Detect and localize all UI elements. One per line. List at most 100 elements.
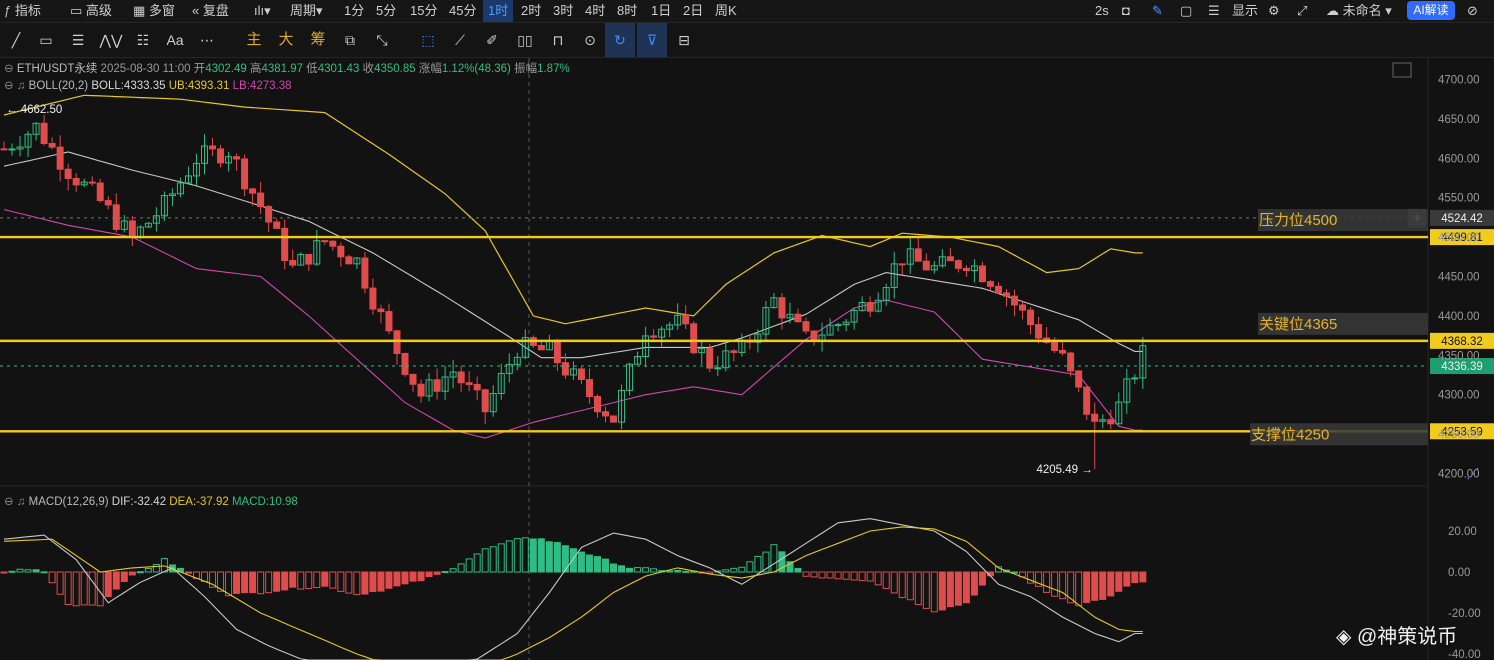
macd-bar	[249, 571, 257, 594]
tf-2h[interactable]: 2时	[521, 0, 541, 22]
macd-bar	[1139, 571, 1147, 583]
refresh-interval[interactable]: 2s	[1095, 0, 1109, 22]
diamond-logo-icon: ◈	[1336, 626, 1352, 648]
macd-bar	[184, 571, 192, 574]
parallel-lines-icon[interactable]: ☰	[66, 23, 90, 57]
tf-5m[interactable]: 5分	[376, 0, 396, 22]
tf-4h[interactable]: 4时	[585, 0, 605, 22]
candle-body	[553, 340, 561, 364]
fib-icon[interactable]: ☷	[131, 23, 155, 57]
settings-list-icon[interactable]: ☰	[1208, 0, 1220, 22]
tf-1d[interactable]: 1日	[651, 0, 671, 22]
boll-name[interactable]: BOLL(20,2)	[29, 80, 88, 92]
boll-middle-band	[3, 151, 1143, 359]
tf-8h[interactable]: 8时	[617, 0, 637, 22]
trend-line-icon[interactable]: ╱	[4, 23, 28, 57]
macd-bar	[569, 548, 577, 573]
text-tool[interactable]: Aa	[162, 23, 188, 57]
macd-bar	[970, 571, 978, 596]
wave-icon[interactable]: ⋀⋁	[98, 23, 124, 57]
main-force-tool[interactable]: 主	[242, 23, 266, 57]
lock-icon[interactable]: ⊓	[546, 23, 570, 57]
pair-name: ETH/USDT永续	[16, 63, 98, 75]
tf-3h[interactable]: 3时	[553, 0, 573, 22]
gear-icon[interactable]: ⚙	[1268, 0, 1280, 22]
price-axis-tick: 4400.00	[1438, 311, 1480, 323]
macd-bar	[361, 571, 369, 595]
fullscreen-icon[interactable]: ⤢	[1297, 0, 1307, 22]
macd-bar	[273, 571, 281, 592]
select-icon[interactable]: ⬚	[416, 23, 440, 57]
candle-body	[946, 256, 954, 262]
period-menu[interactable]: 周期▾	[290, 0, 323, 22]
magnet-box-icon[interactable]: ⧉	[338, 23, 362, 57]
measure-icon[interactable]: ⤡	[370, 23, 394, 57]
ruler-icon[interactable]: ⟋	[448, 23, 472, 57]
display-button[interactable]: 显示	[1232, 0, 1258, 22]
tf-1m[interactable]: 1分	[344, 0, 364, 22]
macd-bar	[353, 571, 361, 596]
bell-icon[interactable]: ⊖ ♫	[4, 80, 25, 92]
boll-lb: LB:4273.38	[232, 80, 292, 92]
magnet-icon[interactable]: ↻	[605, 23, 635, 57]
filter-icon[interactable]: ⊽	[637, 23, 667, 57]
macd-bar	[297, 571, 305, 590]
candle-body	[481, 389, 489, 413]
macd-bar	[722, 569, 730, 573]
candle-body	[778, 297, 786, 319]
candle-type-button[interactable]: ılı▾	[254, 0, 271, 22]
price-axis-tick: 4300.00	[1438, 390, 1480, 402]
macd-bar	[457, 563, 465, 573]
brush-icon[interactable]: ✐	[480, 23, 504, 57]
link-icon[interactable]: ⊘	[1467, 0, 1478, 22]
candle-body	[1083, 386, 1091, 415]
tf-2d[interactable]: 2日	[683, 0, 703, 22]
rectangle-icon[interactable]: ▭	[34, 23, 58, 57]
candle-body	[409, 373, 417, 385]
replay-menu[interactable]: « 复盘	[192, 0, 229, 22]
macd-bar	[618, 565, 626, 573]
tf-45m[interactable]: 45分	[449, 0, 476, 22]
macd-bar	[104, 571, 112, 598]
comment-icon[interactable]: ▢	[1180, 0, 1192, 22]
candle-body	[834, 324, 842, 327]
price-chart[interactable]: +压力位4500关键位4365支撑位4250← 4662.504205.49 →…	[0, 58, 1494, 660]
macd-value: MACD:10.98	[231, 496, 298, 508]
multi-window-menu[interactable]: ▦ 多窗	[133, 0, 175, 22]
macd-bar	[593, 556, 601, 573]
macd-bar	[1075, 571, 1083, 607]
collapse-icon[interactable]: ⊖	[4, 63, 17, 75]
pencil-icon[interactable]: ✎	[1152, 0, 1163, 22]
candle-body	[128, 220, 136, 237]
bars-icon[interactable]: ▯▯	[512, 23, 538, 57]
chevron-down-icon: ▾	[1385, 3, 1392, 18]
candle-body	[209, 145, 217, 150]
tf-15m[interactable]: 15分	[410, 0, 437, 22]
more-icon[interactable]: ⋯	[195, 23, 219, 57]
camera-icon[interactable]: ◘	[1122, 0, 1130, 22]
macd-name[interactable]: MACD(12,26,9)	[29, 496, 109, 508]
macd-bar	[922, 571, 930, 609]
big-order-tool[interactable]: 大	[274, 23, 298, 57]
chip-tool[interactable]: 筹	[306, 23, 330, 57]
trash-icon[interactable]: ⊟	[672, 23, 696, 57]
macd-bar	[64, 571, 72, 605]
macd-bar	[521, 537, 529, 573]
macd-bar	[826, 571, 834, 579]
high-label: 高	[249, 63, 262, 75]
ai-analysis-button[interactable]: AI解读	[1407, 1, 1455, 20]
macd-bar	[577, 551, 585, 573]
macd-bar	[898, 571, 906, 599]
ohlc-info-row: ⊖ ETH/USDT永续 2025-08-30 11:00 开4302.49 高…	[4, 60, 570, 76]
candle-body	[714, 367, 722, 370]
tf-1h[interactable]: 1时	[483, 0, 514, 22]
tf-week[interactable]: 周K	[715, 0, 737, 22]
bell-icon[interactable]: ⊖ ♫	[4, 496, 25, 508]
workspace-menu[interactable]: ☁ 未命名 ▾	[1326, 0, 1392, 22]
eye-icon[interactable]: ⊙	[578, 23, 602, 57]
indicator-menu[interactable]: ƒ 指标	[4, 0, 41, 22]
advanced-menu[interactable]: ▭ 高级	[70, 0, 112, 22]
macd-bar	[88, 571, 96, 606]
macd-bar	[120, 571, 128, 582]
candle-body	[457, 371, 465, 384]
